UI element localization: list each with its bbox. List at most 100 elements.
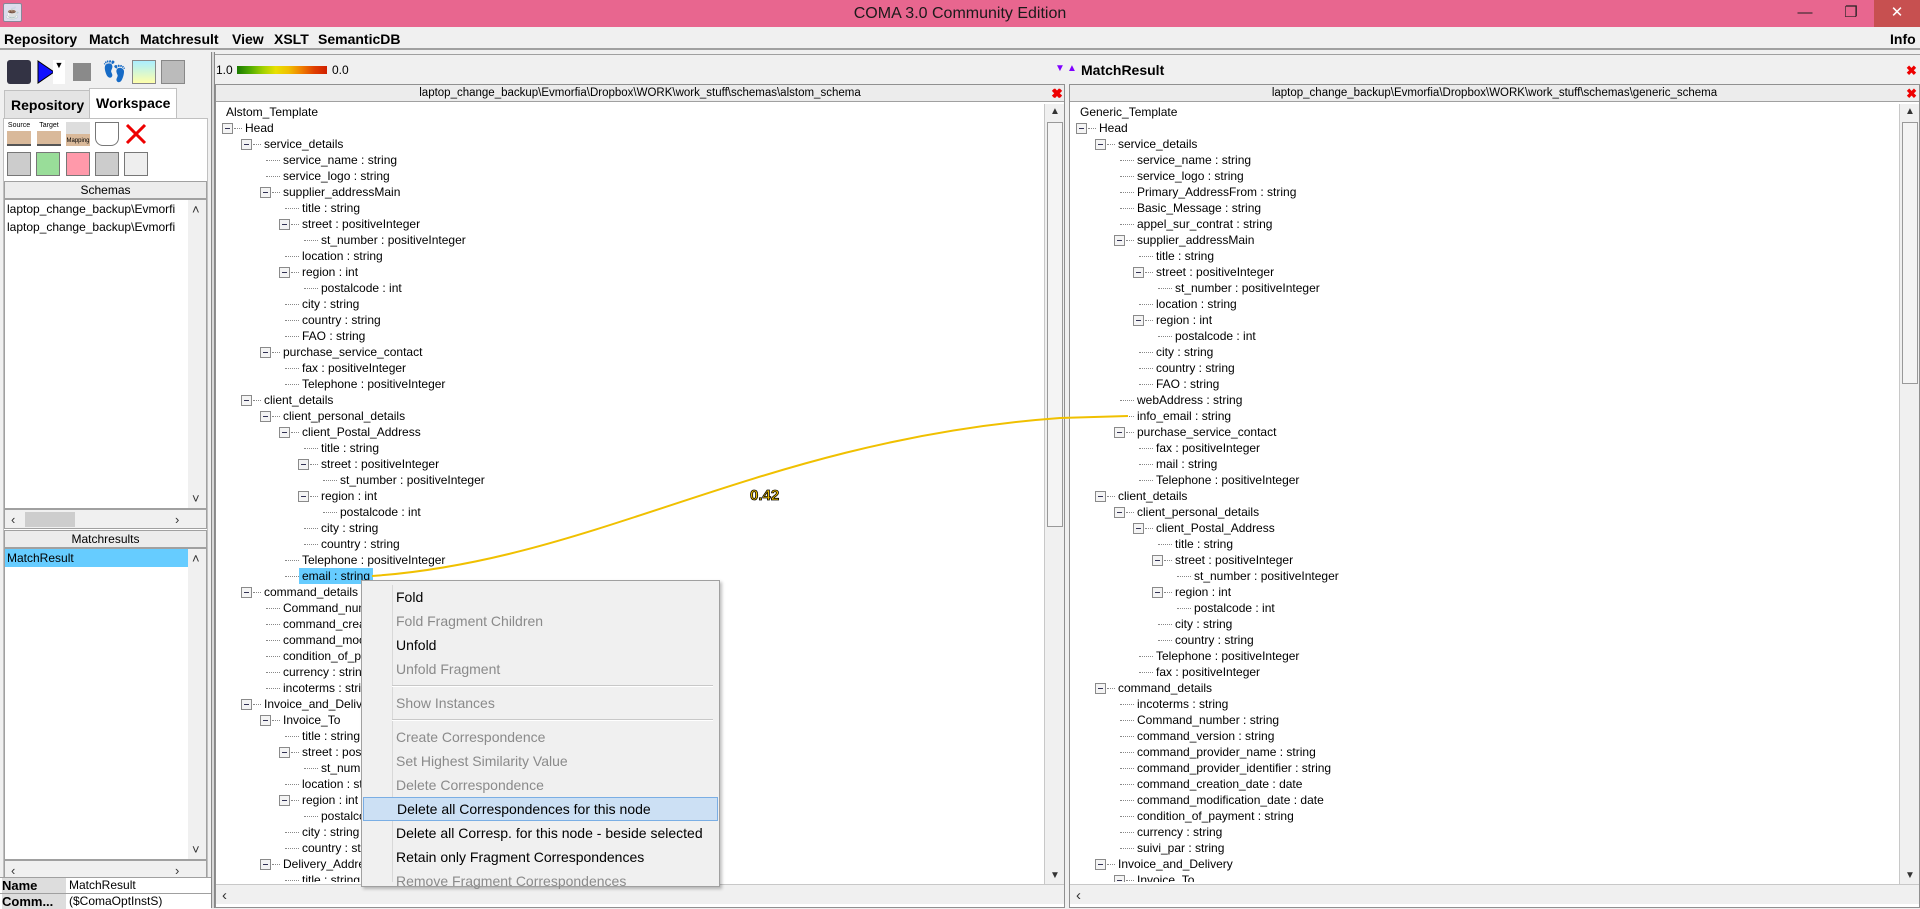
close-target-schema-icon[interactable]: ✖ [1906,87,1917,100]
tree-node[interactable]: title : string [1153,248,1217,264]
context-menu-item[interactable]: Delete all Corresp. for this node - besi… [363,821,718,845]
tree-node[interactable]: postalcode : int [337,504,424,520]
tree-node[interactable]: street : positiveInteger [318,456,442,472]
scroll-thumb[interactable] [1902,122,1918,384]
tree-node[interactable]: condition_of_pa [280,648,371,664]
collapse-toggle-icon[interactable] [260,859,271,870]
tree-node[interactable]: client_personal_details [1134,504,1262,520]
tree-node[interactable]: command_moc [280,632,368,648]
tree-node[interactable]: fax : positiveInteger [299,360,409,376]
compare-schema-icon[interactable] [95,152,119,176]
menu-view[interactable]: View [232,31,264,47]
source-folder-icon[interactable]: Source [7,122,31,146]
tree-node[interactable]: street : positiveInteger [1172,552,1296,568]
tree-node[interactable]: command_version : string [1134,728,1277,744]
tree-node[interactable]: city : string [299,296,362,312]
tree-node[interactable]: command_creation_date : date [1134,776,1305,792]
schema-item[interactable]: laptop_change_backup\Evmorfi [5,218,188,236]
repository-icon[interactable] [7,60,31,84]
schemas-vertical-scrollbar[interactable]: ˄ ˅ [188,200,206,508]
delete-icon[interactable] [124,122,148,146]
tree-node[interactable]: city : string [1153,344,1216,360]
tree-node[interactable]: Telephone : positiveInteger [1153,472,1302,488]
tree-node[interactable]: Basic_Message : string [1134,200,1264,216]
collapse-toggle-icon[interactable] [1095,139,1106,150]
tree-node[interactable]: suivi_par : string [1134,840,1227,856]
tree-node[interactable]: Command_num [280,600,371,616]
target-horizontal-scrollbar[interactable]: ‹ [1070,884,1919,904]
equal-schema-icon[interactable] [36,152,60,176]
context-menu-item[interactable]: Retain only Fragment Correspondences [363,845,718,869]
tree-node[interactable]: command_crea [280,616,369,632]
tree-node[interactable]: fax : positiveInteger [1153,664,1263,680]
context-menu-item[interactable]: Delete all Correspondences for this node [363,797,718,821]
collapse-toggle-icon[interactable] [241,587,252,598]
expand-up-icon[interactable]: ▲ [1067,63,1077,74]
collapse-toggle-icon[interactable] [279,795,290,806]
close-button[interactable]: ✕ [1874,0,1920,27]
tree-node[interactable]: Delivery_Addres [280,856,374,872]
tree-node[interactable]: currency : string [1134,824,1225,840]
tree-node[interactable]: service_logo : string [280,168,393,184]
collapse-toggle-icon[interactable] [1114,875,1125,882]
collapse-toggle-icon[interactable] [1114,507,1125,518]
menu-info[interactable]: Info [1890,31,1916,47]
tree-node[interactable]: Invoice_and_Delivery [1115,856,1236,872]
tree-node[interactable]: st_number : positiveInteger [1172,280,1323,296]
tree-node[interactable]: purchase_service_contact [1134,424,1279,440]
collapse-toggle-icon[interactable] [1133,267,1144,278]
tree-node[interactable]: client_details [261,392,336,408]
collapse-down-icon[interactable]: ▼ [1055,63,1065,74]
matchresult-item[interactable]: MatchResult [5,549,188,567]
tree-node[interactable]: command_details [261,584,361,600]
tree-node[interactable]: Command_number : string [1134,712,1282,728]
tree-node[interactable]: region : int [318,488,380,504]
tree-node[interactable]: title : string [318,440,382,456]
tree-node[interactable]: Invoice_and_Delive [261,696,372,712]
collapse-toggle-icon[interactable] [1152,555,1163,566]
tree-node[interactable]: region : int [1153,312,1215,328]
tree-node[interactable]: condition_of_payment : string [1134,808,1297,824]
add-schema-icon[interactable] [7,152,31,176]
merge-schemas-icon[interactable] [132,60,156,84]
tree-node[interactable]: region : int [299,792,361,808]
collapse-toggle-icon[interactable] [260,187,271,198]
collapse-toggle-icon[interactable] [260,411,271,422]
tree-node[interactable]: supplier_addressMain [280,184,403,200]
tree-node[interactable]: currency : string [280,664,371,680]
collapse-toggle-icon[interactable] [1152,587,1163,598]
tree-node[interactable]: service_name : string [280,152,400,168]
collapse-toggle-icon[interactable] [1095,491,1106,502]
tab-repository[interactable]: Repository [4,90,92,118]
scroll-thumb[interactable] [25,512,75,527]
tree-node[interactable]: Invoice_To [280,712,343,728]
collapse-toggle-icon[interactable] [1095,859,1106,870]
collapse-toggle-icon[interactable] [298,459,309,470]
tree-node[interactable]: command_provider_name : string [1134,744,1319,760]
tree-node[interactable]: country : string [1172,632,1257,648]
tree-node[interactable]: Invoice_To [1134,872,1197,882]
new-schema-icon[interactable] [124,152,148,176]
tree-node[interactable]: service_logo : string [1134,168,1247,184]
collapse-toggle-icon[interactable] [241,395,252,406]
collapse-toggle-icon[interactable] [241,699,252,710]
schemas-horizontal-scrollbar[interactable]: ‹ › [4,509,207,529]
tree-node[interactable]: client_personal_details [280,408,408,424]
source-vertical-scrollbar[interactable]: ▲ ▼ [1044,104,1064,884]
close-matchresult-icon[interactable]: ✖ [1906,64,1917,77]
tree-node[interactable]: st_number : positiveInteger [1191,568,1342,584]
tree-node[interactable]: country : string [318,536,403,552]
collapse-toggle-icon[interactable] [279,219,290,230]
collapse-toggle-icon[interactable] [1133,523,1144,534]
collapse-toggle-icon[interactable] [260,715,271,726]
tree-node[interactable]: command_modification_date : date [1134,792,1327,808]
tree-node[interactable]: incoterms : string [1134,696,1231,712]
tree-node[interactable]: incoterms : strin [280,680,371,696]
tree-node[interactable]: Telephone : positiveInteger [1153,648,1302,664]
stop-icon[interactable] [73,63,91,81]
collapse-toggle-icon[interactable] [279,747,290,758]
footsteps-icon[interactable]: 👣 [102,59,127,83]
collapse-toggle-icon[interactable] [1133,315,1144,326]
tree-node[interactable]: location : string [1153,296,1240,312]
tree-node[interactable]: street : positiveInteger [1153,264,1277,280]
